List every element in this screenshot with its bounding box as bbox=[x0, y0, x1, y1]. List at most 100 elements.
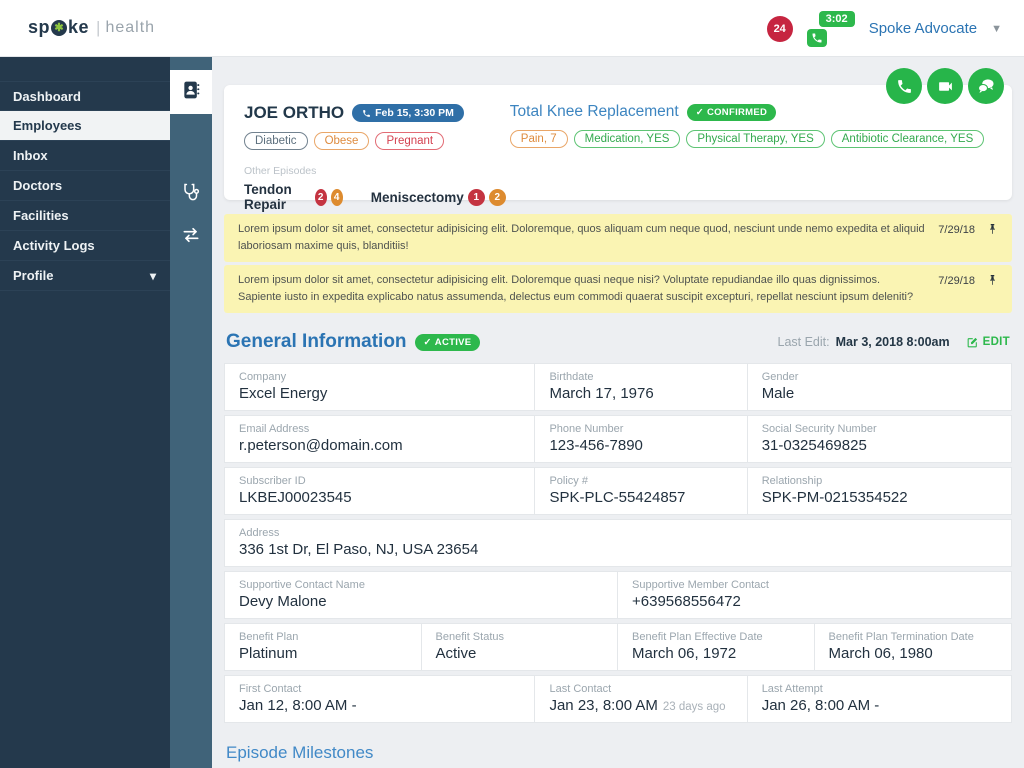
tag-obese[interactable]: Obese bbox=[313, 132, 370, 150]
field-value: Platinum bbox=[239, 645, 298, 663]
sidebar-item-inbox[interactable]: Inbox bbox=[0, 141, 170, 171]
field-label: Social Security Number bbox=[761, 423, 877, 436]
field-label: Benefit Plan Termination Date bbox=[828, 631, 974, 644]
field-label: Benefit Status bbox=[435, 631, 505, 644]
episode-tags: Pain, 7 Medication, YES Physical Therapy… bbox=[509, 130, 992, 148]
notification-badge[interactable]: 24 bbox=[766, 15, 793, 42]
sidebar-item-facilities[interactable]: Facilities bbox=[0, 201, 170, 231]
field-gender: Gender Male bbox=[748, 364, 1011, 410]
pin-icon[interactable] bbox=[987, 223, 998, 241]
field-label: Gender bbox=[761, 371, 799, 384]
active-badge: ✓ ACTIVE bbox=[414, 333, 481, 351]
field-benefit-effective: Benefit Plan Effective Date March 06, 197… bbox=[618, 624, 815, 671]
episode-orange-badge: 4 bbox=[330, 188, 343, 206]
field-value: Jan 23, 8:00 AM 23 days ago bbox=[549, 697, 732, 714]
tag-pain[interactable]: Pain, 7 bbox=[509, 130, 568, 148]
field-value: Devy Malone bbox=[239, 593, 327, 611]
field-label: Address bbox=[239, 527, 280, 540]
pinned-notes: Lorem ipsum dolor sit amet, consectetur … bbox=[224, 214, 1012, 314]
pin-icon[interactable] bbox=[987, 274, 998, 292]
sidebar-item-profile[interactable]: Profile ▾ bbox=[0, 261, 170, 291]
logo-suffix: health bbox=[105, 18, 156, 36]
note-item: Lorem ipsum dolor sit amet, consectetur … bbox=[224, 214, 1012, 263]
milestones-title: Episode Milestones bbox=[226, 743, 374, 763]
edit-button[interactable]: EDIT bbox=[966, 336, 1010, 349]
field-address: Address 336 1st Dr, El Paso, NJ, USA 2365… bbox=[225, 520, 1011, 566]
stethoscope-icon[interactable] bbox=[170, 177, 212, 207]
field-label: Last Attempt bbox=[761, 683, 823, 696]
contact-book-icon bbox=[181, 80, 201, 105]
sidebar-item-profile-label: Profile bbox=[13, 268, 54, 283]
field-value: Active bbox=[435, 645, 477, 663]
last-contact-pill[interactable]: Feb 15, 3:30 PM bbox=[352, 104, 464, 122]
field-value: 123-456-7890 bbox=[549, 437, 643, 455]
field-supportive-contact: Supportive Member Contact +639568556472 bbox=[618, 572, 1011, 618]
tag-physical-therapy[interactable]: Physical Therapy, YES bbox=[686, 130, 825, 148]
field-label: Benefit Plan Effective Date bbox=[632, 631, 763, 644]
sidebar-item-activity-logs[interactable]: Activity Logs bbox=[0, 231, 170, 261]
field-benefit-status: Benefit Status Active bbox=[422, 624, 618, 671]
chat-button[interactable] bbox=[968, 68, 1004, 104]
call-button[interactable] bbox=[886, 68, 922, 104]
last-edit-label: Last Edit: bbox=[777, 335, 830, 350]
episode-orange-badge: 2 bbox=[488, 188, 506, 206]
phone-icon bbox=[363, 109, 370, 117]
app-logo: sp ✱ ke | health bbox=[28, 17, 155, 38]
field-benefit-termination: Benefit Plan Termination Date March 06, 1… bbox=[815, 624, 1012, 670]
field-value: March 17, 1976 bbox=[549, 385, 654, 403]
field-label: Supportive Member Contact bbox=[632, 579, 769, 592]
note-text: Lorem ipsum dolor sit amet, consectetur … bbox=[238, 223, 925, 253]
last-edit-value: Mar 3, 2018 8:00am bbox=[835, 335, 950, 350]
sidebar-nav: Dashboard Employees Inbox Doctors Facili… bbox=[0, 57, 170, 768]
field-last-attempt: Last Attempt Jan 26, 8:00 AM - bbox=[748, 676, 1011, 722]
sidebar-item-doctors[interactable]: Doctors bbox=[0, 171, 170, 201]
confirmed-badge: ✓ CONFIRMED bbox=[686, 103, 777, 121]
tag-medication[interactable]: Medication, YES bbox=[573, 130, 681, 148]
episode-red-badge: 2 bbox=[314, 188, 327, 206]
pencil-icon bbox=[967, 337, 977, 348]
other-episodes-label: Other Episodes bbox=[244, 165, 317, 177]
patient-name: JOE ORTHO bbox=[244, 103, 345, 122]
active-label: ACTIVE bbox=[434, 336, 472, 348]
field-value: +639568556472 bbox=[632, 593, 741, 611]
field-first-contact: First Contact Jan 12, 8:00 AM - bbox=[225, 676, 536, 723]
tag-antibiotic-clearance[interactable]: Antibiotic Clearance, YES bbox=[830, 130, 985, 148]
chevron-down-icon[interactable]: ▼ bbox=[991, 23, 1002, 35]
note-date: 7/29/18 bbox=[938, 224, 975, 236]
chevron-down-icon: ▾ bbox=[149, 269, 156, 283]
phone-icon bbox=[806, 28, 827, 47]
episode-title[interactable]: Total Knee Replacement bbox=[510, 103, 679, 121]
logo-part1: sp bbox=[28, 17, 51, 37]
field-label: Subscriber ID bbox=[239, 475, 306, 488]
field-last-contact: Last Contact Jan 23, 8:00 AM 23 days ago bbox=[535, 676, 748, 723]
episode-tendon-repair[interactable]: Tendon Repair 2 4 bbox=[244, 182, 343, 212]
field-value: LKBEJ00023545 bbox=[239, 489, 352, 507]
current-episode-block: Total Knee Replacement ✓ CONFIRMED Pain, … bbox=[506, 103, 992, 184]
sidebar-item-dashboard[interactable]: Dashboard bbox=[0, 81, 170, 111]
field-ssn: Social Security Number 31-0325469825 bbox=[748, 416, 1011, 462]
note-text: Lorem ipsum dolor sit amet, consectetur … bbox=[238, 274, 914, 304]
tab-contact-card[interactable] bbox=[170, 70, 212, 114]
contact-actions bbox=[886, 68, 1004, 104]
episode-name: Tendon Repair bbox=[244, 182, 292, 212]
episode-red-badge: 1 bbox=[467, 188, 485, 206]
active-call-widget[interactable]: 3:02 bbox=[806, 10, 855, 47]
tag-pregnant[interactable]: Pregnant bbox=[375, 132, 445, 150]
general-info-grid: Company Excel Energy Birthdate March 17, 1… bbox=[224, 363, 1012, 724]
episode-name: Meniscectomy bbox=[370, 189, 464, 205]
check-icon: ✓ bbox=[423, 336, 432, 348]
video-call-button[interactable] bbox=[927, 68, 963, 104]
episode-meniscectomy[interactable]: Meniscectomy 1 2 bbox=[371, 182, 506, 212]
logo-part2: ke bbox=[68, 17, 90, 37]
sidebar-item-employees[interactable]: Employees bbox=[0, 111, 170, 141]
field-value: Excel Energy bbox=[239, 385, 328, 403]
other-episodes-list: Tendon Repair 2 4 Meniscectomy 1 2 bbox=[244, 182, 506, 212]
transfer-arrows-icon[interactable] bbox=[170, 220, 212, 250]
user-menu[interactable]: Spoke Advocate bbox=[869, 20, 977, 37]
check-icon: ✓ bbox=[695, 106, 704, 118]
field-birthdate: Birthdate March 17, 1976 bbox=[535, 364, 748, 411]
tag-diabetic[interactable]: Diabetic bbox=[244, 132, 308, 150]
field-benefit-plan: Benefit Plan Platinum bbox=[225, 624, 422, 671]
condition-tags: Diabetic Obese Pregnant bbox=[244, 132, 506, 150]
tool-strip bbox=[170, 57, 212, 768]
